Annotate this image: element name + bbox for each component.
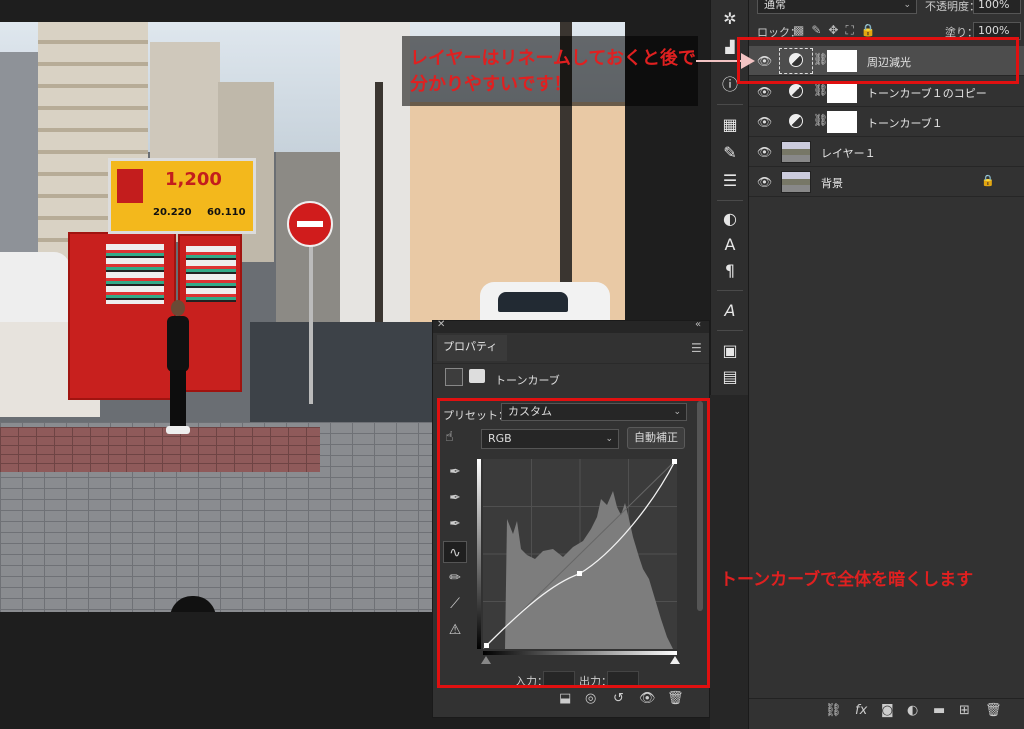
layer-row-tone-curve[interactable]: 👁 ⛓ トーンカーブ１	[749, 107, 1024, 137]
add-mask-icon[interactable]: ◙	[881, 703, 894, 718]
person-body	[167, 316, 189, 372]
layer-name[interactable]: トーンカーブ１	[867, 115, 943, 131]
photo-utility-pole-2	[375, 82, 383, 322]
fx-icon[interactable]: fx	[855, 703, 867, 718]
billboard-price-3: 60.110	[207, 207, 246, 218]
new-group-icon[interactable]: ▬	[933, 703, 945, 718]
collapse-icon[interactable]: «	[695, 319, 701, 330]
car-window	[498, 292, 568, 312]
mask-icon[interactable]	[469, 369, 485, 383]
photoshop-window: 1,200 20.220 60.110 ✲ ▟ ⓘ ▦ ✎ ☰ ◐ A ¶ A …	[0, 0, 1024, 729]
photo-van	[0, 252, 70, 332]
photo-sign-pole	[309, 244, 313, 404]
new-adjustment-icon[interactable]: ◐	[907, 703, 918, 718]
adjustments-icon[interactable]: ◐	[719, 208, 741, 230]
annotation-highlight-layer	[737, 37, 1019, 84]
clip-to-layer-icon[interactable]: ⬓	[559, 691, 571, 706]
properties-footer: ⬓ ◎ ↺ 👁 🗑	[433, 683, 709, 717]
visibility-eye-icon[interactable]: 👁	[639, 691, 656, 706]
libraries-icon[interactable]: ▣	[719, 340, 741, 362]
layer-mask-thumbnail[interactable]	[827, 81, 857, 103]
photo-vending-machine-1	[68, 232, 176, 400]
annotation-layer-text: レイヤーはリネームしておくと後で分かりやすいです！	[410, 48, 696, 95]
link-layers-icon[interactable]: ⛓	[825, 703, 842, 718]
vending-display	[106, 244, 164, 304]
character-icon[interactable]: A	[719, 234, 741, 256]
billboard-price: 1,200	[165, 169, 222, 190]
trash-icon[interactable]: 🗑	[985, 703, 1002, 718]
lock-icon: 🔒	[981, 174, 995, 187]
chevron-down-icon: ⌄	[903, 0, 911, 10]
photo-brick-sidewalk	[0, 427, 320, 472]
tool-presets-icon[interactable]: ☰	[719, 170, 741, 192]
histogram-icon[interactable]: ✲	[719, 8, 741, 30]
eye-icon[interactable]: 👁	[757, 145, 772, 159]
eye-icon[interactable]: 👁	[757, 85, 772, 99]
opacity-label: 不透明度：	[925, 0, 980, 13]
properties-header: トーンカーブ	[433, 363, 709, 391]
vending-display	[186, 246, 236, 302]
layers-footer: ⛓ fx ◙ ◐ ▬ ⊞ 🗑	[749, 698, 1024, 722]
billboard-price-2: 20.220	[153, 207, 192, 218]
toolbar-divider	[717, 104, 743, 105]
annotation-highlight-properties	[437, 398, 710, 688]
view-previous-icon[interactable]: ◎	[585, 691, 596, 706]
layer-row-background[interactable]: 👁 背景 🔒	[749, 167, 1024, 197]
notes-icon[interactable]: ▤	[719, 366, 741, 388]
opacity-field[interactable]: 100%	[973, 0, 1021, 14]
layer-name[interactable]: 背景	[821, 175, 843, 191]
photo-parking-billboard: 1,200 20.220 60.110	[108, 158, 256, 234]
layers-panel: 通常 ⌄ 不透明度： 100% ロック： ▩✎✥⛶🔒 塗り： 100% 👁 ⛓ 周…	[748, 0, 1024, 729]
eye-icon[interactable]: 👁	[757, 175, 772, 189]
person-legs	[170, 370, 186, 428]
brush-settings-icon[interactable]: ✎	[719, 142, 741, 164]
toolbar-divider	[717, 200, 743, 201]
adjustment-layer-icon	[789, 114, 803, 128]
person-shoes	[166, 426, 190, 434]
trash-icon[interactable]: 🗑	[667, 691, 684, 706]
annotation-curve-note: トーンカーブで全体を暗くします	[720, 570, 974, 590]
eye-icon[interactable]: 👁	[757, 115, 772, 129]
blend-mode-value: 通常	[764, 0, 786, 11]
panel-menu-icon[interactable]: ☰	[691, 341, 702, 355]
toolbar-divider	[717, 330, 743, 331]
layer-thumbnail[interactable]	[781, 171, 811, 193]
close-icon[interactable]: ✕	[437, 319, 445, 330]
reset-icon[interactable]: ↺	[613, 691, 624, 706]
properties-titlebar: ✕ «	[433, 319, 709, 333]
billboard-red-block	[117, 169, 143, 203]
photo-person	[164, 300, 192, 436]
link-icon[interactable]: ⛓	[813, 113, 828, 127]
glyphs-icon[interactable]: A	[719, 300, 741, 322]
blend-row: 通常 ⌄ 不透明度： 100%	[749, 0, 1024, 20]
lock-options-icons[interactable]: ▩✎✥⛶🔒	[793, 23, 883, 38]
adjustment-layer-icon	[789, 84, 803, 98]
blend-mode-select[interactable]: 通常 ⌄	[757, 0, 917, 14]
layer-name[interactable]: トーンカーブ１のコピー	[867, 85, 987, 101]
curves-icon[interactable]	[445, 368, 463, 386]
person-head	[171, 300, 185, 316]
tab-properties[interactable]: プロパティ	[437, 335, 507, 361]
layer-name[interactable]: レイヤー１	[821, 145, 876, 161]
new-layer-icon[interactable]: ⊞	[959, 703, 970, 718]
layer-row-layer-1[interactable]: 👁 レイヤー１	[749, 137, 1024, 167]
properties-title: トーンカーブ	[495, 374, 560, 387]
layer-mask-thumbnail[interactable]	[827, 111, 857, 133]
layer-thumbnail[interactable]	[781, 141, 811, 163]
paragraph-icon[interactable]: ¶	[719, 260, 741, 282]
swatches-icon[interactable]: ▦	[719, 114, 741, 136]
toolbar-divider	[717, 290, 743, 291]
annotation-layer-note: レイヤーはリネームしておくと後で分かりやすいです！	[402, 36, 698, 106]
photo-no-entry-sign	[287, 201, 333, 247]
link-icon[interactable]: ⛓	[813, 83, 828, 97]
